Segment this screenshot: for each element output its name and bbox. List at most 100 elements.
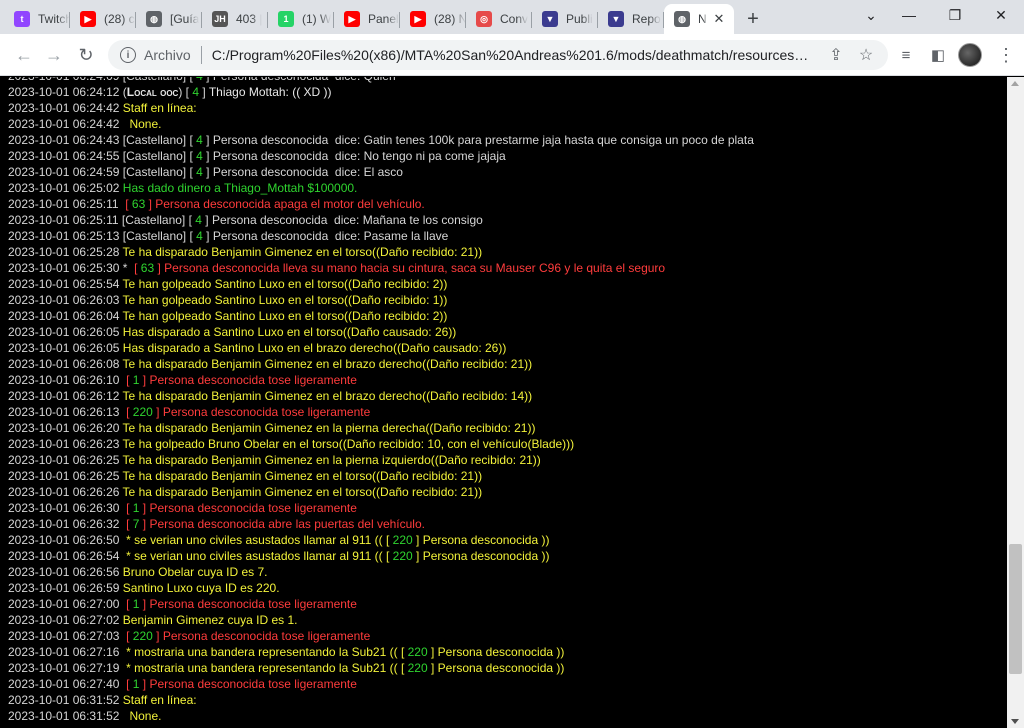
chat-text-segment: ] Persona desconocida )) <box>427 661 565 675</box>
tab-8[interactable]: ▼ Publi <box>532 4 598 34</box>
chat-line: 2023-10-01 06:27:02 Benjamin Gimenez cuy… <box>8 612 754 628</box>
chat-line: 2023-10-01 06:24:42 Staff en línea: <box>8 100 754 116</box>
info-icon[interactable]: i <box>120 47 136 63</box>
scroll-up-arrow-icon[interactable] <box>1011 81 1019 86</box>
chat-timestamp: 2023-10-01 06:26:03 <box>8 293 120 307</box>
chat-timestamp: 2023-10-01 06:26:30 <box>8 501 120 515</box>
chat-text-segment: * se verian uno civiles asustados llamar… <box>119 533 393 547</box>
youtube-icon: ▶ <box>80 11 96 27</box>
tab-7[interactable]: ◎ Conv <box>466 4 532 34</box>
tab-0[interactable]: t Twitch <box>4 4 70 34</box>
chat-text-segment: Te ha golpeado Bruno Obelar en el torso(… <box>119 437 575 451</box>
share-icon[interactable]: ⇪ <box>822 40 850 70</box>
chat-timestamp: 2023-10-01 06:31:52 <box>8 693 120 707</box>
chat-line: 2023-10-01 06:26:56 Bruno Obelar cuya ID… <box>8 564 754 580</box>
shield-logo-icon: ▼ <box>542 11 558 27</box>
chat-text-segment: Te han golpeado Santino Luxo en el torso… <box>119 293 448 307</box>
tab-4[interactable]: 1 (1) W <box>268 4 334 34</box>
maximize-button[interactable]: ❐ <box>932 0 978 30</box>
chat-line: 2023-10-01 06:26:25 Te ha disparado Benj… <box>8 452 754 468</box>
scrollbar-thumb[interactable] <box>1009 544 1022 674</box>
chat-timestamp: 2023-10-01 06:26:10 <box>8 373 120 387</box>
tab-title: [Guía <box>170 12 200 26</box>
chat-timestamp: 2023-10-01 06:27:03 <box>8 629 120 643</box>
chat-line: 2023-10-01 06:27:40 [ 1 ] Persona descon… <box>8 676 754 692</box>
chat-line: 2023-10-01 06:31:52 None. <box>8 708 754 724</box>
chat-text-segment: ] Persona desconocida )) <box>412 533 550 547</box>
side-panel-icon[interactable]: ◧ <box>922 39 954 71</box>
chat-line: 2023-10-01 06:26:12 Te ha disparado Benj… <box>8 388 754 404</box>
chat-line: 2023-10-01 06:25:11 [Castellano] [ 4 ] P… <box>8 212 754 228</box>
vertical-scrollbar[interactable] <box>1007 77 1024 728</box>
chat-line: 2023-10-01 06:25:13 [Castellano] [ 4 ] P… <box>8 228 754 244</box>
tab-6[interactable]: ▶ (28) N <box>400 4 466 34</box>
chat-text-segment: [ <box>119 597 133 611</box>
chat-text-segment: [ <box>119 501 133 515</box>
tab-2[interactable]: ◍ [Guía <box>136 4 202 34</box>
reload-button[interactable]: ↻ <box>70 39 102 71</box>
tab-9[interactable]: ▼ Repo <box>598 4 664 34</box>
profile-avatar[interactable] <box>958 43 982 67</box>
chat-text-segment: Benjamin Gimenez cuya ID es 1. <box>119 613 298 627</box>
chat-text-segment: ] Persona desconocida apaga el motor del… <box>145 197 425 211</box>
chat-line: 2023-10-01 06:24:59 [Castellano] [ 4 ] P… <box>8 164 754 180</box>
chat-text-segment: ] Persona desconocida dice: Mañana te lo… <box>201 213 483 227</box>
chat-text-segment: ] Persona desconocida dice: Gatin tenes … <box>202 133 754 147</box>
chat-text-segment: ] Persona desconocida )) <box>427 645 565 659</box>
tab-3[interactable]: JH 403 | <box>202 4 268 34</box>
chat-line: 2023-10-01 06:26:59 Santino Luxo cuya ID… <box>8 580 754 596</box>
chat-text-segment: [Castellano] <box>119 165 190 179</box>
bookmark-star-icon[interactable]: ☆ <box>852 40 880 70</box>
chat-text-segment: Has dado dinero a Thiago_Mottah $100000. <box>119 181 358 195</box>
chat-line: 2023-10-01 06:26:50 * se verian uno civi… <box>8 532 754 548</box>
menu-icon[interactable]: ⋮ <box>990 39 1022 71</box>
new-tab-button[interactable]: + <box>738 4 768 34</box>
chat-text-segment: 220 <box>132 405 153 419</box>
chat-line: 2023-10-01 06:26:25 Te ha disparado Benj… <box>8 468 754 484</box>
address-separator <box>200 46 202 64</box>
chat-text-segment: [ <box>118 197 132 211</box>
address-bar[interactable]: i Archivo C:/Program%20Files%20(x86)/MTA… <box>108 40 888 70</box>
tab-1[interactable]: ▶ (28) c <box>70 4 136 34</box>
tab-list: t Twitch ▶ (28) c ◍ [Guía JH 403 | 1 (1) W ▶ Panel ▶… <box>4 4 734 34</box>
chat-text-segment: [ <box>119 405 133 419</box>
close-tab-icon[interactable]: ✕ <box>712 12 726 26</box>
chat-text-segment: Has disparado a Santino Luxo en el brazo… <box>119 341 507 355</box>
chat-line: 2023-10-01 06:24:09 [Castellano] [ 4 ] P… <box>8 77 754 84</box>
close-window-button[interactable]: ✕ <box>978 0 1024 30</box>
chat-timestamp: 2023-10-01 06:26:12 <box>8 389 120 403</box>
chat-timestamp: 2023-10-01 06:26:54 <box>8 549 120 563</box>
chat-line: 2023-10-01 06:24:55 [Castellano] [ 4 ] P… <box>8 148 754 164</box>
tab-5[interactable]: ▶ Panel <box>334 4 400 34</box>
scroll-down-arrow-icon[interactable] <box>1011 719 1019 724</box>
chat-text-segment: 63 <box>131 197 146 211</box>
chat-text-segment: Santino Luxo cuya ID es 220. <box>119 581 280 595</box>
chat-timestamp: 2023-10-01 06:26:32 <box>8 517 120 531</box>
chat-text-segment: 4 <box>195 213 202 227</box>
chat-text-segment: 220 <box>407 645 428 659</box>
chat-text-segment: ] Persona desconocida dice: El asco <box>202 165 403 179</box>
whatsapp-icon: 1 <box>278 11 294 27</box>
youtube-icon: ▶ <box>344 11 360 27</box>
chat-line: 2023-10-01 06:26:05 Has disparado a Sant… <box>8 324 754 340</box>
chat-text-segment: ] Persona desconocida dice: No tengo ni … <box>202 149 506 163</box>
chat-line: 2023-10-01 06:26:04 Te han golpeado Sant… <box>8 308 754 324</box>
minimize-button[interactable]: — <box>886 0 932 30</box>
chat-text-segment: Staff en línea: <box>119 101 197 115</box>
chat-timestamp: 2023-10-01 06:26:08 <box>8 357 120 371</box>
back-button[interactable]: ← <box>8 39 40 71</box>
chat-timestamp: 2023-10-01 06:27:40 <box>8 677 120 691</box>
chat-text-segment: ] Persona desconocida )) <box>412 549 550 563</box>
forward-button[interactable]: → <box>38 39 70 71</box>
chat-line: 2023-10-01 06:26:13 [ 220 ] Persona desc… <box>8 404 754 420</box>
tab-10[interactable]: ◍ N ✕ <box>664 4 734 34</box>
chat-text-segment: 220 <box>132 629 153 643</box>
chat-text-segment: ( <box>119 85 127 99</box>
chat-text-segment: Te han golpeado Santino Luxo en el torso… <box>119 309 448 323</box>
chat-text-segment: [ <box>119 373 133 387</box>
chat-line: 2023-10-01 06:24:43 [Castellano] [ 4 ] P… <box>8 132 754 148</box>
reading-list-icon[interactable]: ≡ <box>890 39 922 71</box>
youtube-icon: ▶ <box>410 11 426 27</box>
chat-line: 2023-10-01 06:25:54 Te han golpeado Sant… <box>8 276 754 292</box>
chat-line: 2023-10-01 06:26:10 [ 1 ] Persona descon… <box>8 372 754 388</box>
